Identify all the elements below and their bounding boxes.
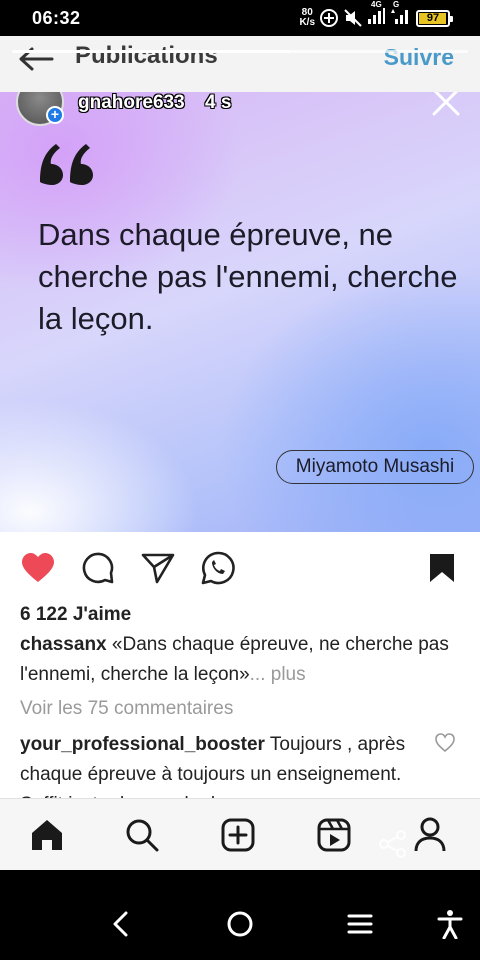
post-image[interactable]: + gnahore633 4 s Dans chaque épreuve, ne…: [0, 92, 480, 532]
author-pill: Miyamoto Musashi: [276, 450, 474, 484]
reels-icon: [317, 818, 351, 852]
save-button[interactable]: [422, 548, 462, 588]
bottom-tab-bar: [0, 798, 480, 870]
follow-button[interactable]: Suivre: [384, 44, 454, 71]
status-time: 06:32: [32, 8, 81, 28]
home-icon: [32, 820, 62, 850]
app-header: Publications Suivre: [0, 36, 480, 92]
system-back-button[interactable]: [102, 906, 138, 942]
add-story-icon: +: [46, 106, 64, 124]
network-speed-unit: K/s: [299, 17, 315, 28]
search-icon: [126, 819, 159, 852]
share-button[interactable]: [138, 548, 178, 588]
back-button[interactable]: [16, 42, 56, 76]
signal-bars-icon: [368, 7, 385, 24]
mute-icon: [344, 9, 362, 27]
add-post-icon: [221, 818, 255, 852]
signal-1: 4G: [367, 0, 385, 30]
post-body: 6 122 J'aime chassanx «Dans chaque épreu…: [0, 532, 480, 798]
signal-2-label: G: [393, 0, 400, 9]
whatsapp-icon: [201, 551, 235, 585]
system-accessibility-button[interactable]: [432, 906, 468, 942]
status-icons: 80 K/s 4G G 97: [299, 0, 453, 31]
story-progress-track: [292, 50, 468, 53]
battery-level: 97: [426, 11, 440, 24]
whatsapp-share-button[interactable]: [198, 548, 238, 588]
heart-icon: [22, 553, 54, 582]
tab-search[interactable]: [122, 815, 162, 855]
data-saver-icon: [320, 9, 338, 27]
home-circle-icon: [227, 911, 253, 937]
post-time: 4 s: [205, 92, 232, 113]
comment: your_professional_booster Toujours , apr…: [20, 730, 420, 798]
like-button[interactable]: [18, 548, 58, 588]
battery-icon: 97: [416, 9, 453, 27]
network-speed: 80 K/s: [299, 8, 315, 28]
caption-more-link[interactable]: ... plus: [250, 664, 306, 685]
comment-username[interactable]: your_professional_booster: [20, 734, 265, 755]
signal-2: G: [389, 0, 409, 30]
signal-bars-icon: [391, 8, 408, 24]
tab-reels[interactable]: [314, 815, 354, 855]
tab-profile[interactable]: [410, 815, 450, 855]
view-comments-link[interactable]: Voir les 75 commentaires: [20, 698, 233, 720]
recents-icon: [347, 914, 373, 934]
system-home-button[interactable]: [222, 906, 258, 942]
paper-plane-icon: [141, 553, 175, 584]
bookmark-icon: [430, 554, 454, 582]
post-username[interactable]: gnahore633: [78, 92, 185, 114]
floating-share-icon[interactable]: [378, 829, 408, 859]
accessibility-icon: [437, 910, 463, 939]
page-title: Publications: [75, 42, 218, 69]
comment-button[interactable]: [78, 548, 118, 588]
status-bar: 06:32 80 K/s 4G G 97: [0, 0, 480, 36]
caption: chassanx «Dans chaque épreuve, ne cherch…: [20, 630, 460, 690]
system-navigation-bar: [0, 870, 480, 960]
caption-username[interactable]: chassanx: [20, 634, 107, 655]
quote-mark-icon: [40, 144, 93, 185]
action-row: [0, 548, 480, 588]
close-icon[interactable]: [430, 92, 462, 118]
system-recents-button[interactable]: [342, 906, 378, 942]
story-progress-bar: [12, 50, 292, 53]
quote-text: Dans chaque épreuve, ne cherche pas l'en…: [38, 217, 458, 336]
comment-like-icon[interactable]: [434, 732, 456, 754]
tab-home[interactable]: [27, 815, 67, 855]
tab-create[interactable]: [218, 815, 258, 855]
profile-icon: [414, 817, 446, 852]
comment-icon: [82, 552, 114, 584]
likes-count[interactable]: 6 122 J'aime: [20, 604, 131, 626]
signal-1-label: 4G: [371, 0, 382, 9]
back-icon: [113, 911, 128, 937]
